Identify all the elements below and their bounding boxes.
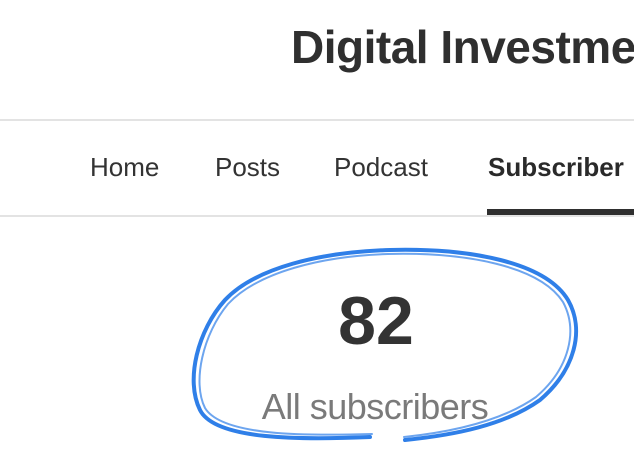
page: Digital Investme Home Posts Podcast Subs… — [0, 0, 634, 454]
nav-item-podcast[interactable]: Podcast — [334, 152, 428, 183]
nav-item-posts[interactable]: Posts — [215, 152, 280, 183]
nav-item-subscribers[interactable]: Subscriber — [488, 152, 624, 183]
main-nav: Home Posts Podcast Subscriber — [0, 121, 634, 215]
site-title[interactable]: Digital Investme — [291, 20, 634, 74]
nav-divider — [0, 215, 634, 217]
subscriber-count: 82 — [338, 283, 414, 359]
subscriber-count-label: All subscribers — [261, 386, 489, 427]
nav-item-home[interactable]: Home — [90, 152, 159, 183]
